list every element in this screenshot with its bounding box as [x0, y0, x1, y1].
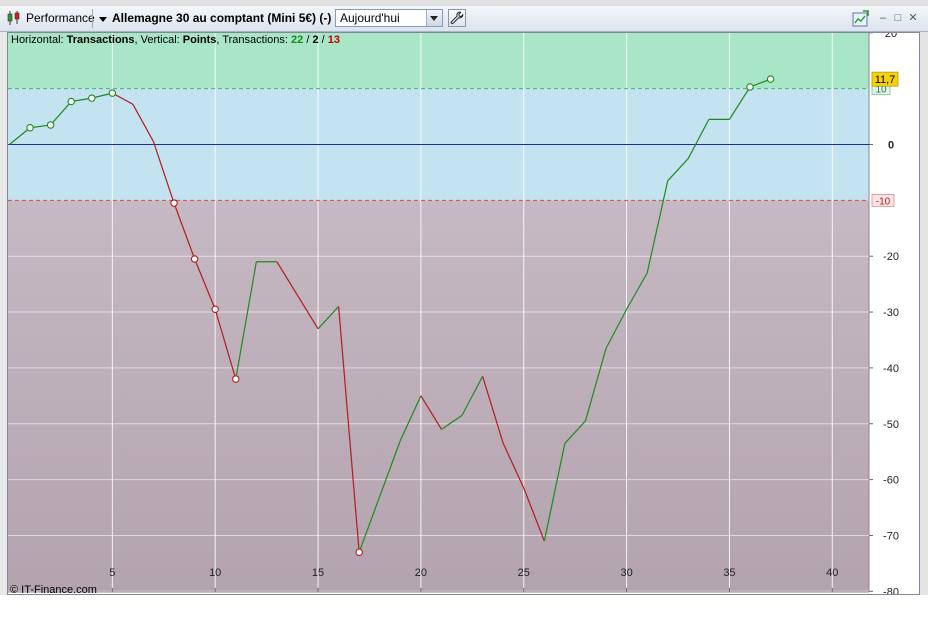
candlestick-icon: [7, 11, 20, 25]
toolbar-separator: [92, 9, 93, 28]
period-dropdown-button[interactable]: [426, 10, 442, 26]
transactions-total: 22: [291, 34, 304, 46]
y-tick-label: 20: [885, 33, 897, 40]
y-tick-label: -40: [883, 363, 899, 375]
maximize-button[interactable]: □: [892, 12, 904, 24]
trade-marker: [746, 83, 754, 91]
left-background-strip: [0, 32, 7, 625]
symbol-title[interactable]: Allemagne 30 au comptant (Mini 5€) (-): [112, 9, 331, 28]
slash-separator: /: [318, 34, 328, 46]
y-tick-label: -60: [883, 475, 899, 487]
trade-marker: [232, 375, 240, 383]
x-tick-label: 30: [620, 567, 632, 579]
horizontal-label: Horizontal:: [11, 34, 67, 46]
trade-marker: [67, 97, 75, 106]
x-tick-label: 15: [312, 567, 324, 579]
x-tick-label: 25: [518, 567, 530, 579]
trade-marker: [190, 255, 199, 263]
period-select[interactable]: Aujourd'hui: [335, 9, 443, 27]
x-tick-label: 5: [109, 567, 115, 579]
period-value: Aujourd'hui: [340, 11, 400, 25]
trade-marker: [355, 548, 363, 556]
y-tick-label: -30: [883, 307, 899, 319]
y-tick-label: -50: [883, 419, 899, 431]
trade-marker: [26, 123, 34, 132]
wrench-icon: [450, 11, 464, 25]
horizontal-value: Transactions: [66, 34, 135, 46]
x-tick-label: 35: [723, 567, 735, 579]
trade-marker: [46, 121, 55, 129]
y-tick-label: 0: [888, 140, 894, 152]
transactions-label: , Transactions:: [216, 34, 292, 46]
trade-marker: [766, 75, 775, 83]
chart-header-info: Horizontal: Transactions, Vertical: Poin…: [11, 33, 340, 47]
minimize-button[interactable]: ‒: [877, 12, 889, 24]
x-tick-label: 40: [826, 567, 838, 579]
x-tick-label: 20: [415, 567, 427, 579]
performance-chart[interactable]: 5 10 15 20 25 30 35 40 20 0 -20 -30 -40 -50 -60 -70 -80 1…: [8, 33, 919, 594]
performance-label[interactable]: Performance: [26, 9, 95, 28]
trade-marker: [88, 94, 96, 102]
transactions-losses: 13: [327, 34, 340, 46]
loss-zone: [8, 200, 869, 592]
chart-sync-icon[interactable]: [852, 10, 870, 28]
bottom-background-strip: [0, 595, 928, 625]
lower-threshold-label: -10: [876, 196, 891, 207]
copyright-text: © IT-Finance.com: [10, 584, 97, 596]
right-background-strip: [920, 32, 928, 625]
chart-panel[interactable]: 5 10 15 20 25 30 35 40 20 0 -20 -30 -40 -50 -60 -70 -80 1…: [7, 32, 920, 595]
y-tick-label: -80: [883, 586, 899, 594]
vertical-value: Points: [182, 34, 217, 46]
trade-marker: [108, 89, 117, 97]
trade-marker: [170, 199, 178, 207]
y-tick-label: -20: [883, 251, 899, 263]
vertical-label: , Vertical:: [134, 34, 183, 46]
close-button[interactable]: ✕: [907, 12, 919, 24]
x-tick-label: 10: [209, 567, 221, 579]
settings-wrench-button[interactable]: [448, 9, 466, 27]
symbol-dropdown-arrow-icon[interactable]: [99, 17, 107, 22]
y-tick-label: -70: [883, 530, 899, 542]
last-value-label: 11,7: [875, 74, 896, 86]
trade-marker: [211, 305, 219, 314]
chart-toolbar: Performance Allemagne 30 au comptant (Mi…: [0, 6, 928, 32]
